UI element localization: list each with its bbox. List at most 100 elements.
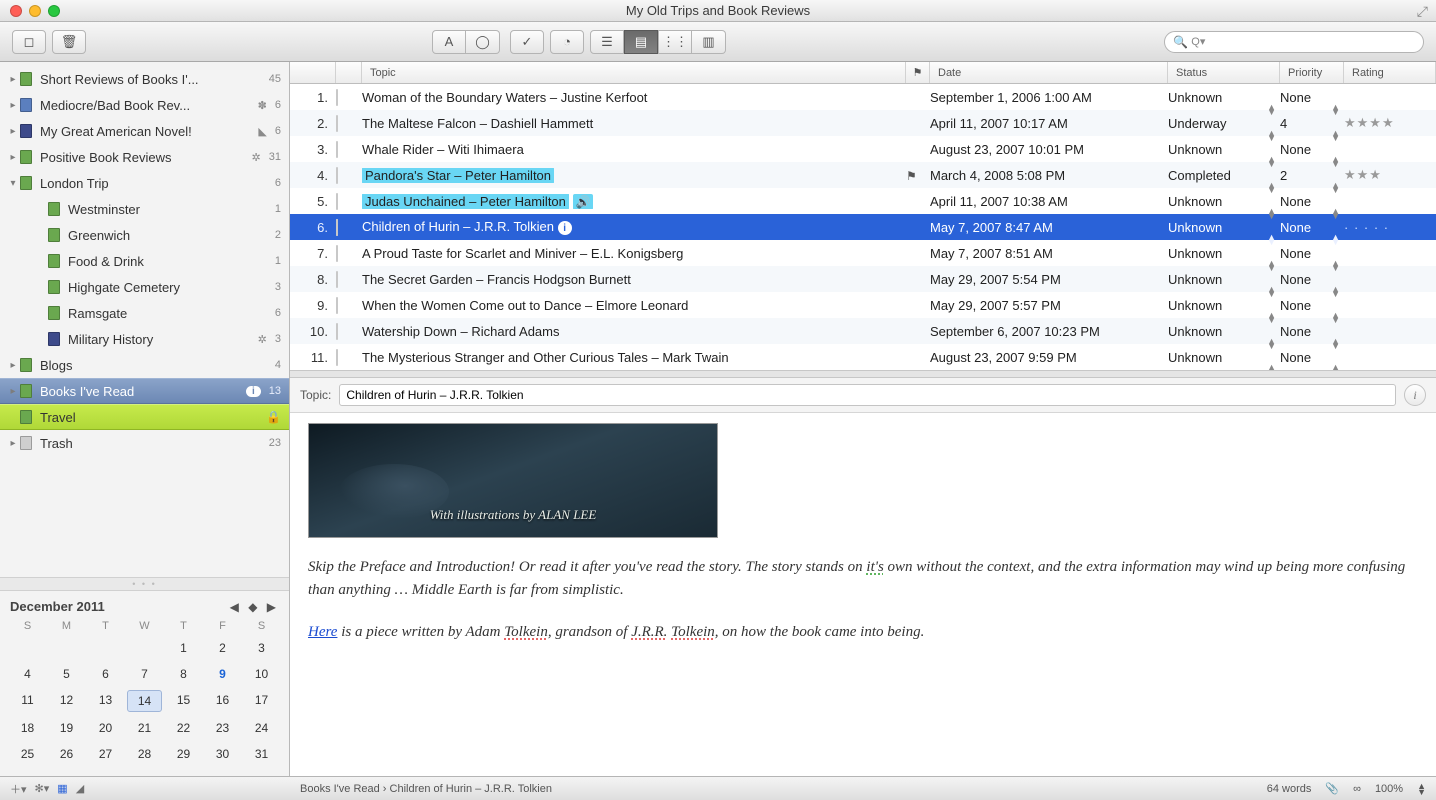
calendar-day[interactable]: 19 — [49, 718, 84, 738]
sidebar-item[interactable]: ▸Mediocre/Bad Book Rev...✽6 — [0, 92, 289, 118]
priority-cell[interactable]: None▲▼ — [1280, 220, 1344, 235]
calendar-day[interactable]: 15 — [166, 690, 201, 712]
table-row[interactable]: 7.A Proud Taste for Scarlet and Miniver … — [290, 240, 1436, 266]
calendar-day[interactable]: 10 — [244, 664, 279, 684]
view-columns-button[interactable]: ▥ — [692, 30, 726, 54]
checkmark-button[interactable]: ✓ — [510, 30, 544, 54]
priority-cell[interactable]: None▲▼ — [1280, 272, 1344, 287]
table-row[interactable]: 11.The Mysterious Stranger and Other Cur… — [290, 344, 1436, 370]
calendar-day[interactable]: 16 — [205, 690, 240, 712]
calendar-day[interactable]: 6 — [88, 664, 123, 684]
calendar-day[interactable]: 3 — [244, 638, 279, 658]
status-cell[interactable]: Unknown▲▼ — [1168, 194, 1280, 209]
info-button[interactable]: i — [1404, 384, 1426, 406]
rating-cell[interactable]: · · · · · — [1344, 220, 1436, 235]
calendar-day[interactable]: 12 — [49, 690, 84, 712]
calendar-day[interactable]: 25 — [10, 744, 45, 764]
calendar-day[interactable]: 11 — [10, 690, 45, 712]
col-date[interactable]: Date — [930, 62, 1168, 83]
sidebar-item[interactable]: ▸My Great American Novel!◣6 — [0, 118, 289, 144]
calendar-day[interactable]: 28 — [127, 744, 162, 764]
status-cell[interactable]: Unknown▲▼ — [1168, 220, 1280, 235]
gear-icon[interactable]: ✲ — [252, 151, 261, 164]
calendar-day[interactable]: 30 — [205, 744, 240, 764]
calendar-day[interactable]: 9 — [205, 664, 240, 684]
table-row[interactable]: 6.Children of Hurin – J.R.R. Tolkien iMa… — [290, 214, 1436, 240]
calendar-day[interactable]: 1 — [166, 638, 201, 658]
table-row[interactable]: 10.Watership Down – Richard AdamsSeptemb… — [290, 318, 1436, 344]
sidebar-item[interactable]: ▸Blogs4 — [0, 352, 289, 378]
sidebar-item[interactable]: ▸Positive Book Reviews✲31 — [0, 144, 289, 170]
status-cell[interactable]: Underway▲▼ — [1168, 116, 1280, 131]
table-row[interactable]: 4.Pandora's Star – Peter Hamilton⚑March … — [290, 162, 1436, 188]
disclosure-icon[interactable]: ▸ — [8, 100, 18, 111]
calendar-day[interactable]: 13 — [88, 690, 123, 712]
attachment-icon[interactable]: 📎 — [1325, 782, 1339, 795]
calendar-day[interactable]: 2 — [205, 638, 240, 658]
gear-icon[interactable]: ✲ — [258, 333, 267, 346]
zoom-level[interactable]: 100% — [1375, 783, 1403, 795]
status-cell[interactable]: Unknown▲▼ — [1168, 324, 1280, 339]
disclosure-icon[interactable]: ▾ — [8, 178, 18, 189]
rating-cell[interactable]: ★★★★ — [1344, 115, 1436, 131]
calendar-day[interactable]: 22 — [166, 718, 201, 738]
status-cell[interactable]: Unknown▲▼ — [1168, 90, 1280, 105]
priority-cell[interactable]: None▲▼ — [1280, 350, 1344, 365]
status-cell[interactable]: Unknown▲▼ — [1168, 246, 1280, 261]
add-button[interactable]: ＋▾ — [10, 781, 27, 797]
sidebar-item[interactable]: Ramsgate6 — [0, 300, 289, 326]
view-list-button[interactable]: ☰ — [590, 30, 624, 54]
calendar-day[interactable]: 20 — [88, 718, 123, 738]
table-row[interactable]: 5.Judas Unchained – Peter Hamilton 🔊Apri… — [290, 188, 1436, 214]
sidebar-item[interactable]: Highgate Cemetery3 — [0, 274, 289, 300]
grid-view-icon[interactable]: ▦ — [57, 782, 67, 795]
calendar-day[interactable]: 26 — [49, 744, 84, 764]
calendar-day[interactable]: 27 — [88, 744, 123, 764]
fullscreen-icon[interactable]: ⤢ — [1417, 3, 1428, 20]
sidebar-item[interactable]: ▾London Trip6 — [0, 170, 289, 196]
gear-icon[interactable]: ✽ — [258, 99, 267, 112]
here-link[interactable]: Here — [308, 624, 337, 640]
stopwatch-button[interactable]: ◔ — [550, 30, 584, 54]
priority-cell[interactable]: None▲▼ — [1280, 90, 1344, 105]
note-content[interactable]: With illustrations by ALAN LEE Skip the … — [290, 413, 1436, 776]
rating-cell[interactable]: ★★★ — [1344, 167, 1436, 183]
disclosure-icon[interactable]: ▸ — [8, 74, 18, 85]
disclosure-icon[interactable]: ▸ — [8, 360, 18, 371]
priority-cell[interactable]: 2▲▼ — [1280, 168, 1344, 183]
sidebar-item[interactable]: Westminster1 — [0, 196, 289, 222]
view-split-button[interactable]: ▤ — [624, 30, 658, 54]
status-cell[interactable]: Unknown▲▼ — [1168, 142, 1280, 157]
sidebar-item[interactable]: Military History✲3 — [0, 326, 289, 352]
status-cell[interactable]: Unknown▲▼ — [1168, 350, 1280, 365]
sidebar-item[interactable]: Travel🔒 — [0, 404, 289, 430]
action-button[interactable]: ✻▾ — [35, 782, 50, 795]
gear-icon[interactable]: ◣ — [258, 125, 266, 138]
priority-cell[interactable]: None▲▼ — [1280, 246, 1344, 261]
search-field[interactable]: 🔍 Q▾ — [1164, 31, 1424, 53]
calendar-day[interactable]: 4 — [10, 664, 45, 684]
calendar-day[interactable]: 31 — [244, 744, 279, 764]
trash-button[interactable]: 🗑 — [52, 30, 86, 54]
calendar-day[interactable]: 8 — [166, 664, 201, 684]
table-row[interactable]: 1.Woman of the Boundary Waters – Justine… — [290, 84, 1436, 110]
priority-cell[interactable]: None▲▼ — [1280, 324, 1344, 339]
disclosure-icon[interactable]: ▸ — [8, 126, 18, 137]
horizontal-splitter[interactable] — [290, 370, 1436, 378]
priority-cell[interactable]: None▲▼ — [1280, 298, 1344, 313]
table-row[interactable]: 9.When the Women Come out to Dance – Elm… — [290, 292, 1436, 318]
col-topic[interactable]: Topic — [362, 62, 906, 83]
disclosure-icon[interactable]: ▸ — [8, 152, 18, 163]
col-status[interactable]: Status — [1168, 62, 1280, 83]
table-row[interactable]: 2.The Maltese Falcon – Dashiell HammettA… — [290, 110, 1436, 136]
new-document-button[interactable]: ◻ — [12, 30, 46, 54]
priority-cell[interactable]: None▲▼ — [1280, 142, 1344, 157]
status-cell[interactable]: Unknown▲▼ — [1168, 298, 1280, 313]
status-cell[interactable]: Completed▲▼ — [1168, 168, 1280, 183]
topic-input[interactable] — [339, 384, 1396, 406]
calendar-today-button[interactable]: ◆ — [248, 600, 260, 614]
link-icon[interactable]: ∞ — [1353, 783, 1361, 795]
sidebar-resize-handle[interactable]: • • • — [0, 577, 289, 591]
calendar-day[interactable]: 14 — [127, 690, 162, 712]
col-rating[interactable]: Rating — [1344, 62, 1436, 83]
